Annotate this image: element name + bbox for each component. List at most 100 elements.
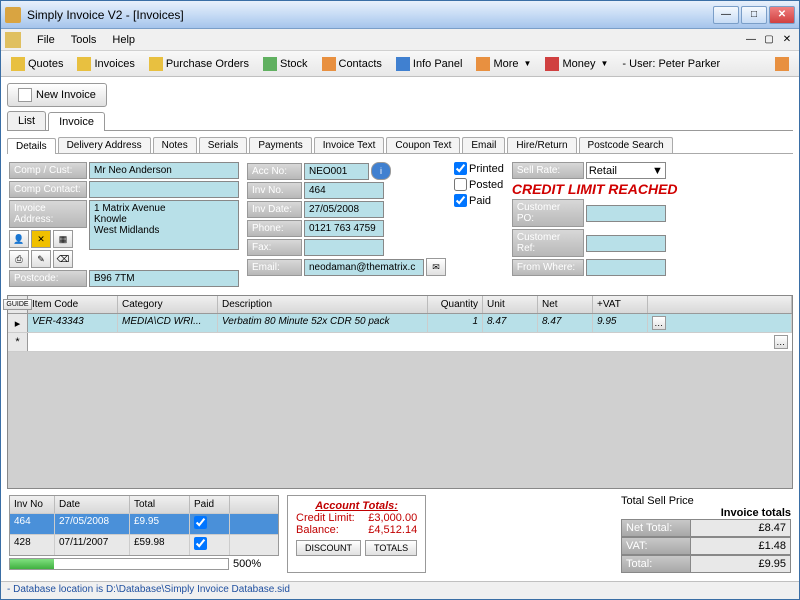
row-expand-button[interactable]: … <box>652 316 666 330</box>
comp-contact-input[interactable] <box>89 181 239 198</box>
tab-list[interactable]: List <box>7 111 46 130</box>
menu-tools[interactable]: Tools <box>63 32 105 48</box>
customer-po-label: Customer PO: <box>512 199 584 227</box>
subtab-details[interactable]: Details <box>7 138 56 154</box>
addr-btn-1[interactable]: 👤 <box>9 230 29 248</box>
subtab-payments[interactable]: Payments <box>249 137 311 153</box>
subtab-hire-return[interactable]: Hire/Return <box>507 137 576 153</box>
mdi-close-button[interactable]: ✕ <box>779 33 795 47</box>
chevron-down-icon: ▼ <box>600 59 608 68</box>
comp-cust-input[interactable]: Mr Neo Anderson <box>89 162 239 179</box>
mdi-restore-button[interactable]: ▢ <box>761 33 777 47</box>
hist-col-total[interactable]: Total <box>130 496 190 513</box>
total-value: £9.95 <box>691 555 791 573</box>
postcode-input[interactable]: B96 7TM <box>89 270 239 287</box>
inv-no-input[interactable]: 464 <box>304 182 384 199</box>
email-input[interactable]: neodaman@thematrix.c <box>304 259 424 276</box>
contacts-button[interactable]: Contacts <box>316 55 388 73</box>
main-tabs: List Invoice <box>7 111 793 131</box>
hist-row[interactable]: 428 07/11/2007 £59.98 <box>10 534 278 555</box>
hist-col-date[interactable]: Date <box>55 496 130 513</box>
gear-icon <box>775 57 789 71</box>
money-icon <box>545 57 559 71</box>
col-description[interactable]: Description <box>218 296 428 313</box>
grid-row[interactable]: ▸ VER-43343 MEDIA\CD WRI... Verbatim 80 … <box>8 314 792 333</box>
close-button[interactable]: ✕ <box>769 6 795 24</box>
quotes-button[interactable]: Quotes <box>5 55 69 73</box>
app-window: Simply Invoice V2 - [Invoices] — □ ✕ Fil… <box>0 0 800 600</box>
app-icon <box>5 7 21 23</box>
col-vat[interactable]: +VAT <box>593 296 648 313</box>
more-button[interactable]: More▼ <box>470 55 537 73</box>
posted-checkbox[interactable] <box>454 178 467 191</box>
hist-row[interactable]: 464 27/05/2008 £9.95 <box>10 513 278 534</box>
acc-no-input[interactable]: NEO001 <box>304 163 369 180</box>
info-panel-button[interactable]: Info Panel <box>390 55 469 73</box>
printed-checkbox[interactable] <box>454 162 467 175</box>
account-totals-title: Account Totals: <box>296 500 417 512</box>
from-where-input[interactable] <box>586 259 666 276</box>
customer-ref-input[interactable] <box>586 235 666 252</box>
purchase-orders-icon <box>149 57 163 71</box>
customer-ref-label: Customer Ref: <box>512 229 584 257</box>
addr-btn-4[interactable]: ⎙ <box>9 250 29 268</box>
net-total-label: Net Total: <box>621 519 691 537</box>
invoices-button[interactable]: Invoices <box>71 55 140 73</box>
addr-btn-3[interactable]: ▦ <box>53 230 73 248</box>
contacts-icon <box>322 57 336 71</box>
info-icon[interactable]: i <box>371 162 391 180</box>
discount-button[interactable]: DISCOUNT <box>296 540 361 556</box>
menu-help[interactable]: Help <box>104 32 143 48</box>
subtab-serials[interactable]: Serials <box>199 137 248 153</box>
minimize-button[interactable]: — <box>713 6 739 24</box>
addr-btn-2[interactable]: ✕ <box>31 230 51 248</box>
hist-col-invno[interactable]: Inv No <box>10 496 55 513</box>
hist-paid-checkbox[interactable] <box>194 516 207 529</box>
paid-checkbox[interactable] <box>454 194 467 207</box>
hist-paid-checkbox[interactable] <box>194 537 207 550</box>
stock-button[interactable]: Stock <box>257 55 314 73</box>
paid-label: Paid <box>469 195 491 207</box>
sell-rate-select[interactable]: Retail▼ <box>586 162 666 179</box>
content-area: New Invoice List Invoice Details Deliver… <box>1 77 799 581</box>
user-label: - User: Peter Parker <box>616 56 726 72</box>
fax-input[interactable] <box>304 239 384 256</box>
maximize-button[interactable]: □ <box>741 6 767 24</box>
addr-btn-5[interactable]: ✎ <box>31 250 51 268</box>
invoice-address-input[interactable]: 1 Matrix Avenue Knowle West Midlands <box>89 200 239 250</box>
subtab-delivery[interactable]: Delivery Address <box>58 137 151 153</box>
postcode-label: Postcode: <box>9 270 87 287</box>
inv-date-input[interactable]: 27/05/2008 <box>304 201 384 218</box>
col-item-code[interactable]: Item Code <box>28 296 118 313</box>
mdi-minimize-button[interactable]: — <box>743 33 759 47</box>
new-invoice-button[interactable]: New Invoice <box>7 83 107 107</box>
customer-po-input[interactable] <box>586 205 666 222</box>
subtab-coupon-text[interactable]: Coupon Text <box>386 137 460 153</box>
row-expand-button[interactable]: … <box>774 335 788 349</box>
subtab-postcode-search[interactable]: Postcode Search <box>579 137 673 153</box>
toolbar-extra-button[interactable] <box>769 55 795 73</box>
money-button[interactable]: Money▼ <box>539 55 614 73</box>
col-quantity[interactable]: Quantity <box>428 296 483 313</box>
subtab-notes[interactable]: Notes <box>153 137 197 153</box>
col-category[interactable]: Category <box>118 296 218 313</box>
subtab-invoice-text[interactable]: Invoice Text <box>314 137 385 153</box>
menu-file[interactable]: File <box>29 32 63 48</box>
email-button[interactable]: ✉ <box>426 258 446 276</box>
subtab-email[interactable]: Email <box>462 137 505 153</box>
titlebar: Simply Invoice V2 - [Invoices] — □ ✕ <box>1 1 799 29</box>
addr-btn-6[interactable]: ⌫ <box>53 250 73 268</box>
net-total-value: £8.47 <box>691 519 791 537</box>
col-unit[interactable]: Unit <box>483 296 538 313</box>
purchase-orders-button[interactable]: Purchase Orders <box>143 55 255 73</box>
email-label: Email: <box>247 259 302 276</box>
hist-col-paid[interactable]: Paid <box>190 496 230 513</box>
line-items-grid: GUIDE Item Code Category Description Qua… <box>7 295 793 489</box>
totals-subheading: Invoice totals <box>621 507 791 519</box>
totals-button[interactable]: TOTALS <box>365 540 417 556</box>
tab-invoice[interactable]: Invoice <box>48 112 105 131</box>
toolbar: Quotes Invoices Purchase Orders Stock Co… <box>1 51 799 77</box>
col-net[interactable]: Net <box>538 296 593 313</box>
phone-input[interactable]: 0121 763 4759 <box>304 220 384 237</box>
grid-new-row[interactable]: * … <box>8 333 792 352</box>
